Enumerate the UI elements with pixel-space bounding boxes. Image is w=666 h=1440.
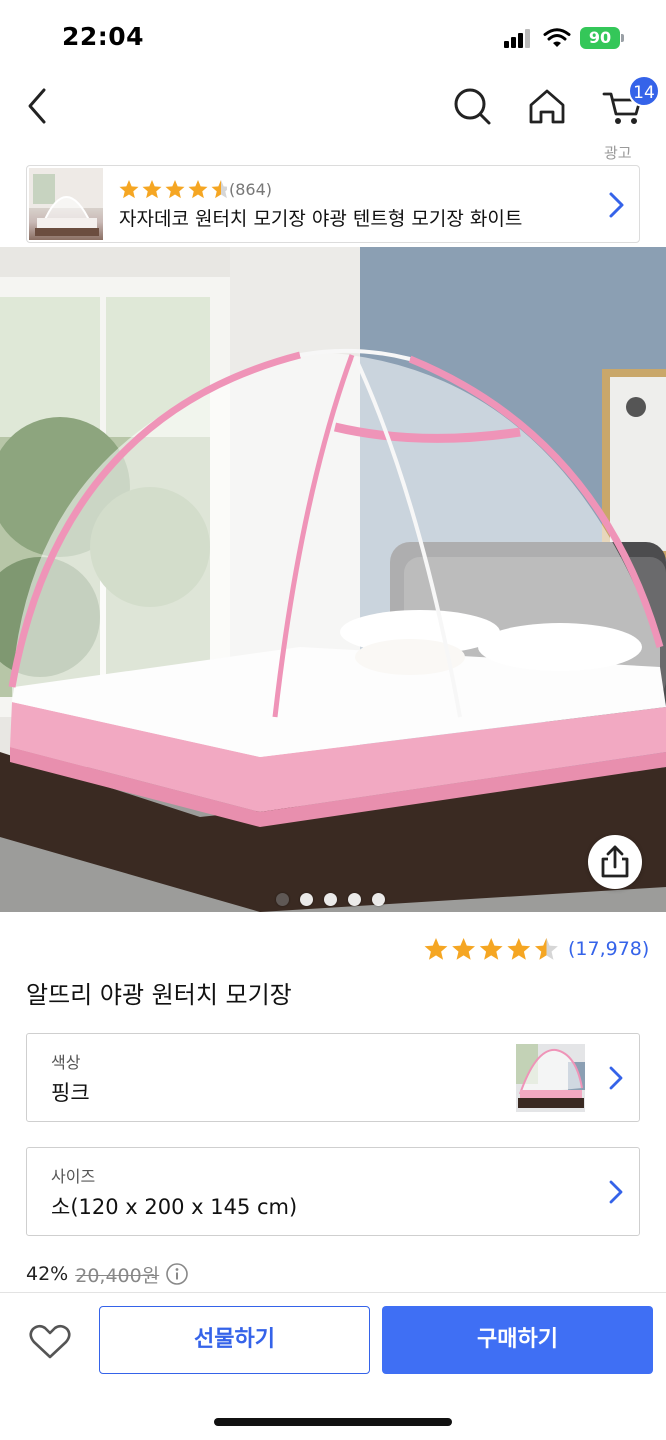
cellular-signal-icon bbox=[504, 28, 534, 48]
color-option-selector[interactable]: 색상 핑크 bbox=[26, 1033, 640, 1122]
product-rating[interactable]: (17,978) bbox=[424, 935, 649, 963]
carousel-dot[interactable] bbox=[276, 893, 289, 906]
cart-count-badge: 14 bbox=[628, 75, 660, 107]
product-image[interactable] bbox=[0, 247, 666, 912]
color-option-thumbnail bbox=[516, 1044, 585, 1112]
ad-product-title: 자자데코 원터치 모기장 야광 텐트형 모기장 화이트 bbox=[119, 208, 523, 230]
buy-button[interactable]: 구매하기 bbox=[382, 1306, 653, 1374]
color-option-label: 색상 bbox=[51, 1053, 81, 1072]
original-price: 20,400원 bbox=[75, 1264, 160, 1287]
star-icon bbox=[452, 938, 476, 960]
carousel-dot[interactable] bbox=[324, 893, 337, 906]
product-title: 알뜨리 야광 원터치 모기장 bbox=[26, 981, 292, 1009]
discount-rate: 42% bbox=[26, 1263, 69, 1285]
star-icon bbox=[165, 180, 185, 199]
chevron-left-icon[interactable] bbox=[8, 72, 68, 142]
search-icon[interactable] bbox=[442, 72, 502, 142]
star-rating-icon bbox=[424, 938, 558, 960]
wifi-icon bbox=[543, 28, 571, 47]
chevron-right-icon bbox=[609, 192, 624, 218]
ad-review-count: (864) bbox=[229, 179, 273, 199]
battery-cap bbox=[621, 34, 624, 42]
ad-rating: (864) bbox=[119, 178, 272, 200]
info-icon[interactable] bbox=[165, 1262, 189, 1286]
ad-label: 광고 bbox=[604, 144, 632, 162]
home-icon[interactable] bbox=[516, 72, 576, 142]
chevron-right-icon bbox=[609, 1066, 623, 1090]
size-option-value: 소(120 x 200 x 145 cm) bbox=[51, 1195, 298, 1219]
share-icon bbox=[601, 845, 629, 878]
battery-icon: 90 bbox=[580, 27, 620, 49]
heart-icon[interactable] bbox=[26, 1322, 74, 1362]
star-icon bbox=[119, 180, 139, 199]
gift-button[interactable]: 선물하기 bbox=[99, 1306, 370, 1374]
color-option-value: 핑크 bbox=[51, 1081, 90, 1105]
price-row: 42% 20,400원 bbox=[26, 1262, 189, 1287]
carousel-dot[interactable] bbox=[372, 893, 385, 906]
star-icon bbox=[211, 180, 227, 199]
share-button[interactable] bbox=[588, 835, 642, 889]
star-icon bbox=[507, 938, 531, 960]
carousel-dot[interactable] bbox=[348, 893, 361, 906]
sponsored-product-banner[interactable]: (864) 자자데코 원터치 모기장 야광 텐트형 모기장 화이트 bbox=[26, 165, 640, 243]
review-count-link[interactable]: (17,978) bbox=[568, 938, 649, 960]
status-time: 22:04 bbox=[62, 22, 145, 51]
star-icon bbox=[142, 180, 162, 199]
star-icon bbox=[424, 938, 448, 960]
star-icon bbox=[188, 180, 208, 199]
carousel-dot[interactable] bbox=[300, 893, 313, 906]
size-option-selector[interactable]: 사이즈 소(120 x 200 x 145 cm) bbox=[26, 1147, 640, 1236]
ad-product-thumbnail bbox=[29, 168, 103, 240]
size-option-label: 사이즈 bbox=[51, 1167, 96, 1186]
top-nav bbox=[0, 72, 666, 142]
star-icon bbox=[534, 938, 558, 960]
star-rating-icon bbox=[119, 180, 227, 199]
star-icon bbox=[479, 938, 503, 960]
image-carousel-indicator bbox=[276, 893, 396, 907]
chevron-right-icon bbox=[609, 1180, 623, 1204]
status-bar: 22:04 90 bbox=[0, 0, 666, 72]
home-indicator bbox=[214, 1418, 452, 1426]
